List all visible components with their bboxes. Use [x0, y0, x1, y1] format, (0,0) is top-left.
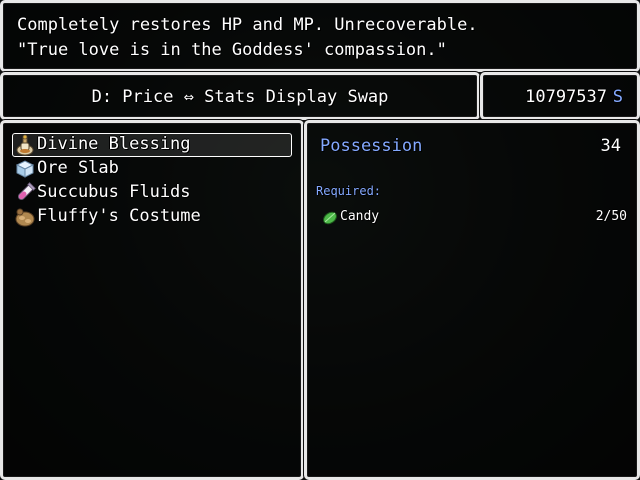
item-name: Ore Slab [37, 158, 119, 178]
green-leaf-candy-icon [323, 211, 337, 225]
test-tube-icon [17, 182, 36, 201]
list-item-fluffys-costume[interactable]: Fluffy's Costume [12, 205, 292, 229]
required-material-row: Candy 2/50 [316, 207, 628, 227]
item-name: Fluffy's Costume [37, 206, 201, 226]
item-list-window: Divine Blessing Ore Slab Succubus Fluids [0, 120, 304, 480]
game-screen: Completely restores HP and MP. Unrecover… [0, 0, 640, 480]
fur-costume-icon [15, 208, 35, 227]
required-material-name: Candy [340, 209, 380, 224]
potion-bottle-icon [16, 134, 34, 156]
list-item-divine-blessing[interactable]: Divine Blessing [12, 133, 292, 157]
currency-unit: S [612, 87, 623, 107]
help-line-2: "True love is in the Goddess' compassion… [17, 40, 447, 60]
gold-window: 10797537 S [480, 72, 640, 120]
item-name: Succubus Fluids [37, 182, 191, 202]
item-status-window: Possession 34 Required: Candy 2/50 [304, 120, 640, 480]
list-item-ore-slab[interactable]: Ore Slab [12, 157, 292, 181]
help-window: Completely restores HP and MP. Unrecover… [0, 0, 640, 72]
possession-value: 34 [600, 136, 621, 156]
display-swap-label: D: Price ⇔ Stats Display Swap [91, 87, 389, 107]
item-name: Divine Blessing [37, 134, 191, 154]
help-line-1: Completely restores HP and MP. Unrecover… [17, 15, 478, 35]
display-swap-command[interactable]: D: Price ⇔ Stats Display Swap [0, 72, 480, 120]
required-label: Required: [316, 184, 382, 198]
possession-label: Possession [320, 136, 423, 156]
gold-amount: 10797537 [525, 87, 607, 107]
list-item-succubus-fluids[interactable]: Succubus Fluids [12, 181, 292, 205]
ice-block-icon [15, 160, 35, 178]
required-material-count: 2/50 [595, 209, 627, 224]
